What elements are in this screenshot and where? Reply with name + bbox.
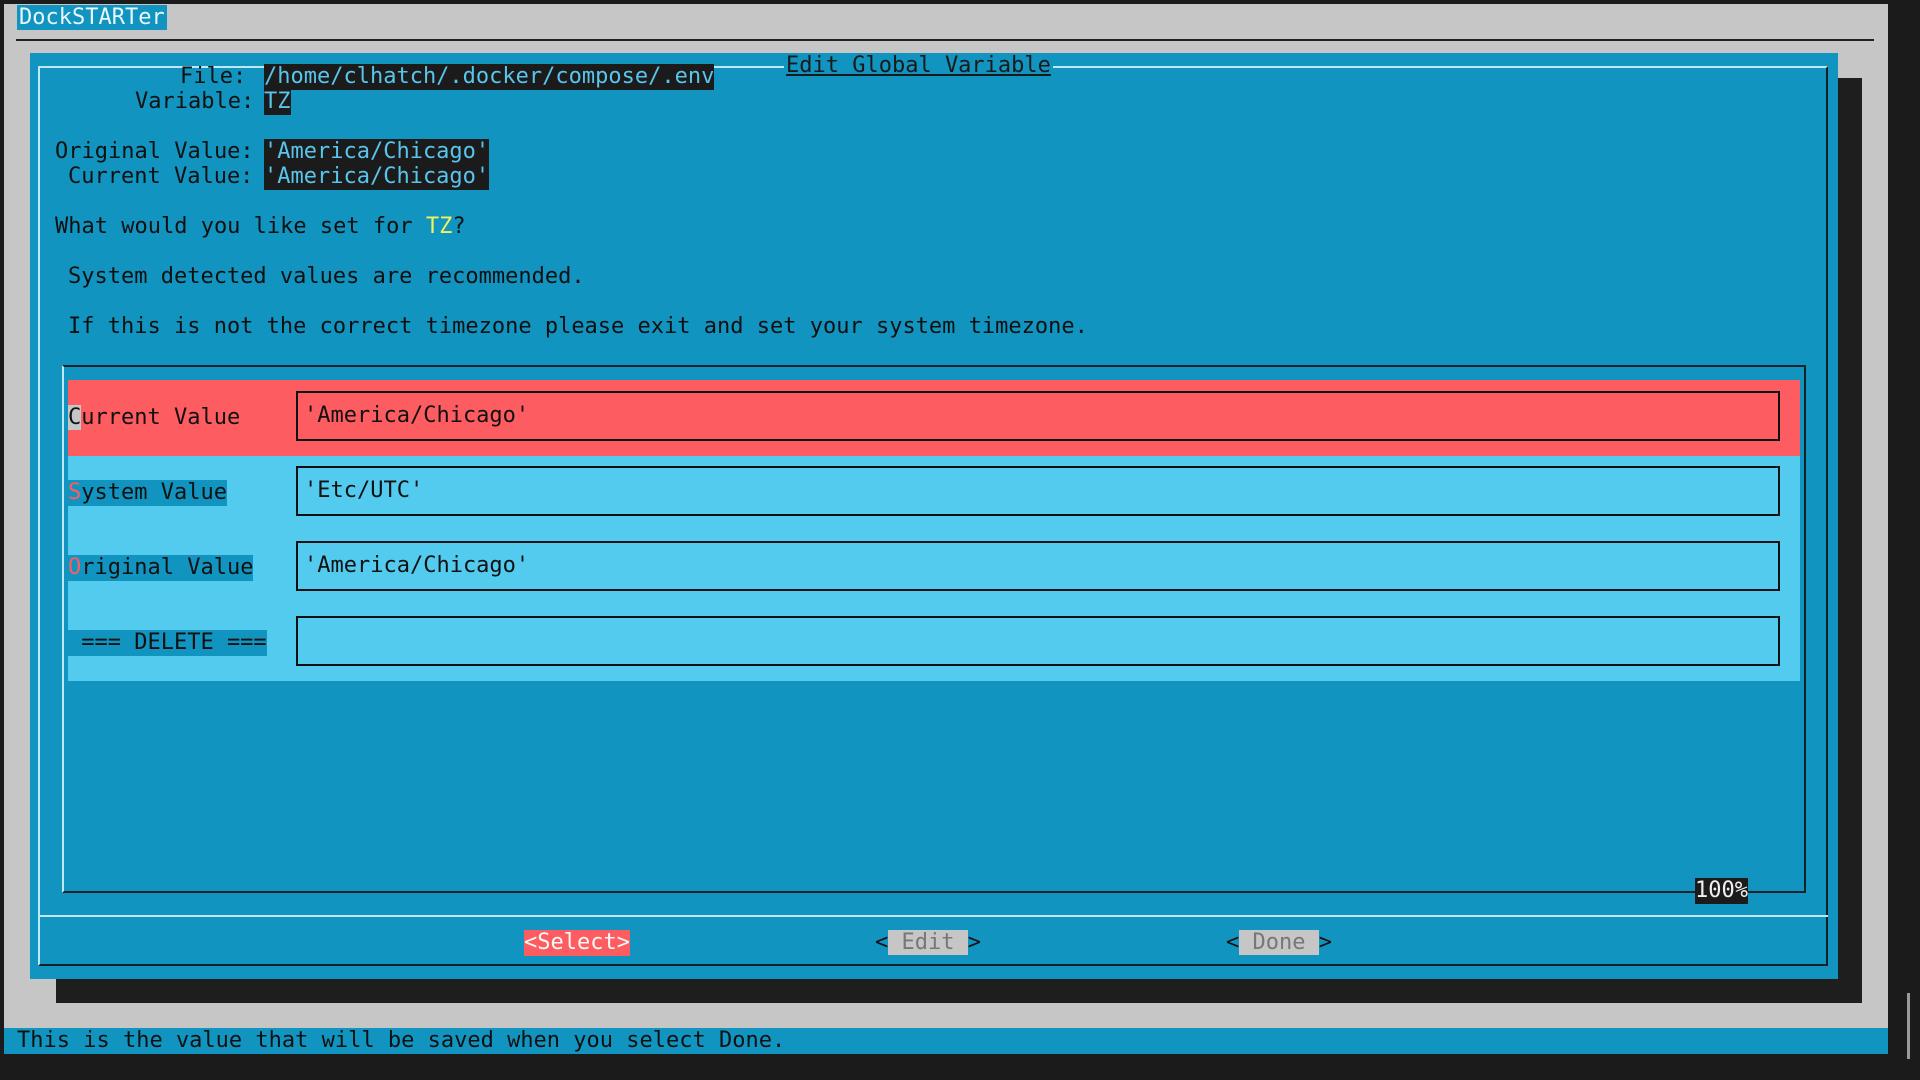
select-button[interactable]: <Select>: [524, 930, 630, 956]
row-label-text: urrent Value: [81, 405, 241, 430]
row-label-text: === DELETE ===: [68, 630, 267, 655]
current-value-label: Current Value:: [68, 164, 254, 189]
dialog-title: Edit Global Variable: [784, 53, 1053, 79]
row-hotkey: S: [68, 480, 82, 505]
variable-name: TZ: [264, 89, 291, 115]
prompt-question-text: What would you like set for: [55, 214, 426, 239]
row-label-delete[interactable]: === DELETE ===: [68, 630, 267, 656]
current-value-field[interactable]: 'America/Chicago': [296, 391, 1780, 441]
terminal-scrollbar[interactable]: [1907, 993, 1910, 1059]
terminal-screen: DockSTARTer Edit Global Variable File: /…: [0, 0, 1920, 1080]
edit-variable-dialog: Edit Global Variable File: /home/clhatch…: [30, 53, 1838, 979]
row-hotkey: C: [68, 405, 82, 430]
prompt-question-var: TZ: [425, 214, 453, 239]
status-bar: This is the value that will be saved whe…: [4, 1028, 1888, 1054]
title-divider: [16, 39, 1874, 41]
system-value-field[interactable]: 'Etc/UTC': [296, 466, 1780, 516]
row-label-text: ystem Value: [81, 480, 227, 505]
edit-button-left-bracket: <: [875, 930, 889, 955]
edit-button-label: Edit: [888, 930, 968, 955]
delete-field[interactable]: [296, 616, 1780, 666]
recommendation-note: System detected values are recommended.: [68, 264, 585, 289]
row-label-original-value[interactable]: Original Value: [68, 555, 254, 581]
prompt-question-suffix: ?: [452, 214, 466, 239]
button-divider: [38, 915, 1828, 917]
app-title: DockSTARTer: [17, 5, 167, 30]
done-button[interactable]: < Done >: [1226, 930, 1332, 956]
done-button-right-bracket: >: [1318, 930, 1332, 955]
original-value-field[interactable]: 'America/Chicago': [296, 541, 1780, 591]
scroll-percent: 100%: [1695, 878, 1748, 904]
row-label-current-value[interactable]: Current Value: [68, 405, 240, 431]
timezone-note: If this is not the correct timezone plea…: [68, 314, 1088, 339]
original-value: 'America/Chicago': [264, 139, 490, 165]
file-label: File:: [180, 64, 247, 89]
prompt-question: What would you like set for TZ?: [55, 214, 466, 240]
done-button-label: Done: [1239, 930, 1319, 955]
row-label-system-value[interactable]: System Value: [68, 480, 227, 506]
row-label-text: riginal Value: [81, 555, 254, 580]
current-value: 'America/Chicago': [264, 164, 490, 190]
done-button-left-bracket: <: [1226, 930, 1240, 955]
original-value-label: Original Value:: [55, 139, 254, 164]
row-hotkey: O: [68, 555, 82, 580]
variable-label: Variable:: [135, 89, 255, 114]
edit-button[interactable]: < Edit >: [875, 930, 981, 956]
edit-button-right-bracket: >: [967, 930, 981, 955]
file-path: /home/clhatch/.docker/compose/.env: [264, 64, 715, 90]
